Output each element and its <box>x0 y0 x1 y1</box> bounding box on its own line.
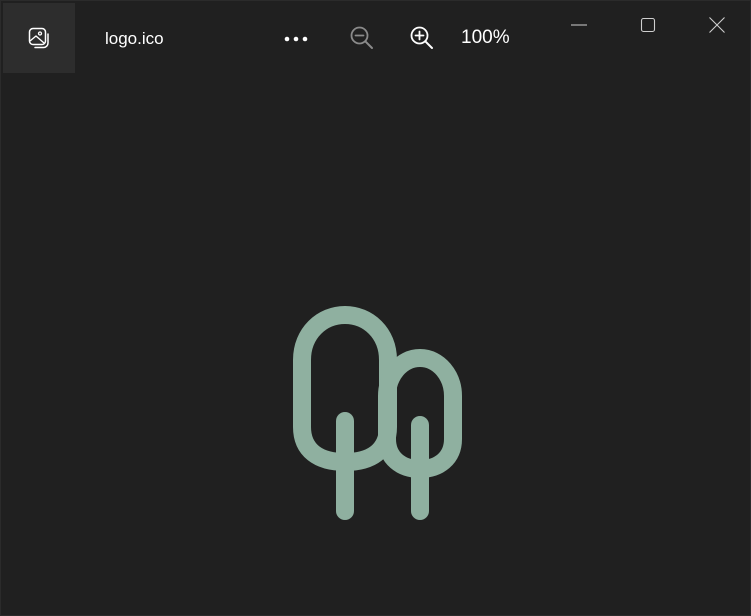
app-icon-tile[interactable] <box>3 3 75 73</box>
zoom-out-button[interactable] <box>345 21 379 55</box>
maximize-button[interactable] <box>625 1 671 49</box>
minimize-icon <box>571 24 587 26</box>
close-icon <box>709 17 725 33</box>
close-button[interactable] <box>694 1 740 49</box>
zoom-out-icon <box>350 26 373 49</box>
title-bar: logo.ico 100% <box>1 1 751 73</box>
tree-logo-image <box>293 305 462 520</box>
zoom-level-button[interactable]: 100% <box>461 27 529 49</box>
more-options-icon <box>284 36 308 42</box>
minimize-button[interactable] <box>556 1 602 49</box>
zoom-in-icon <box>410 26 433 49</box>
file-name: logo.ico <box>105 29 164 48</box>
zoom-in-button[interactable] <box>405 21 439 55</box>
maximize-icon <box>640 17 656 33</box>
more-options-button[interactable] <box>279 23 313 55</box>
photo-viewer-window: logo.ico 100% <box>0 0 751 616</box>
photo-app-icon <box>28 27 49 49</box>
